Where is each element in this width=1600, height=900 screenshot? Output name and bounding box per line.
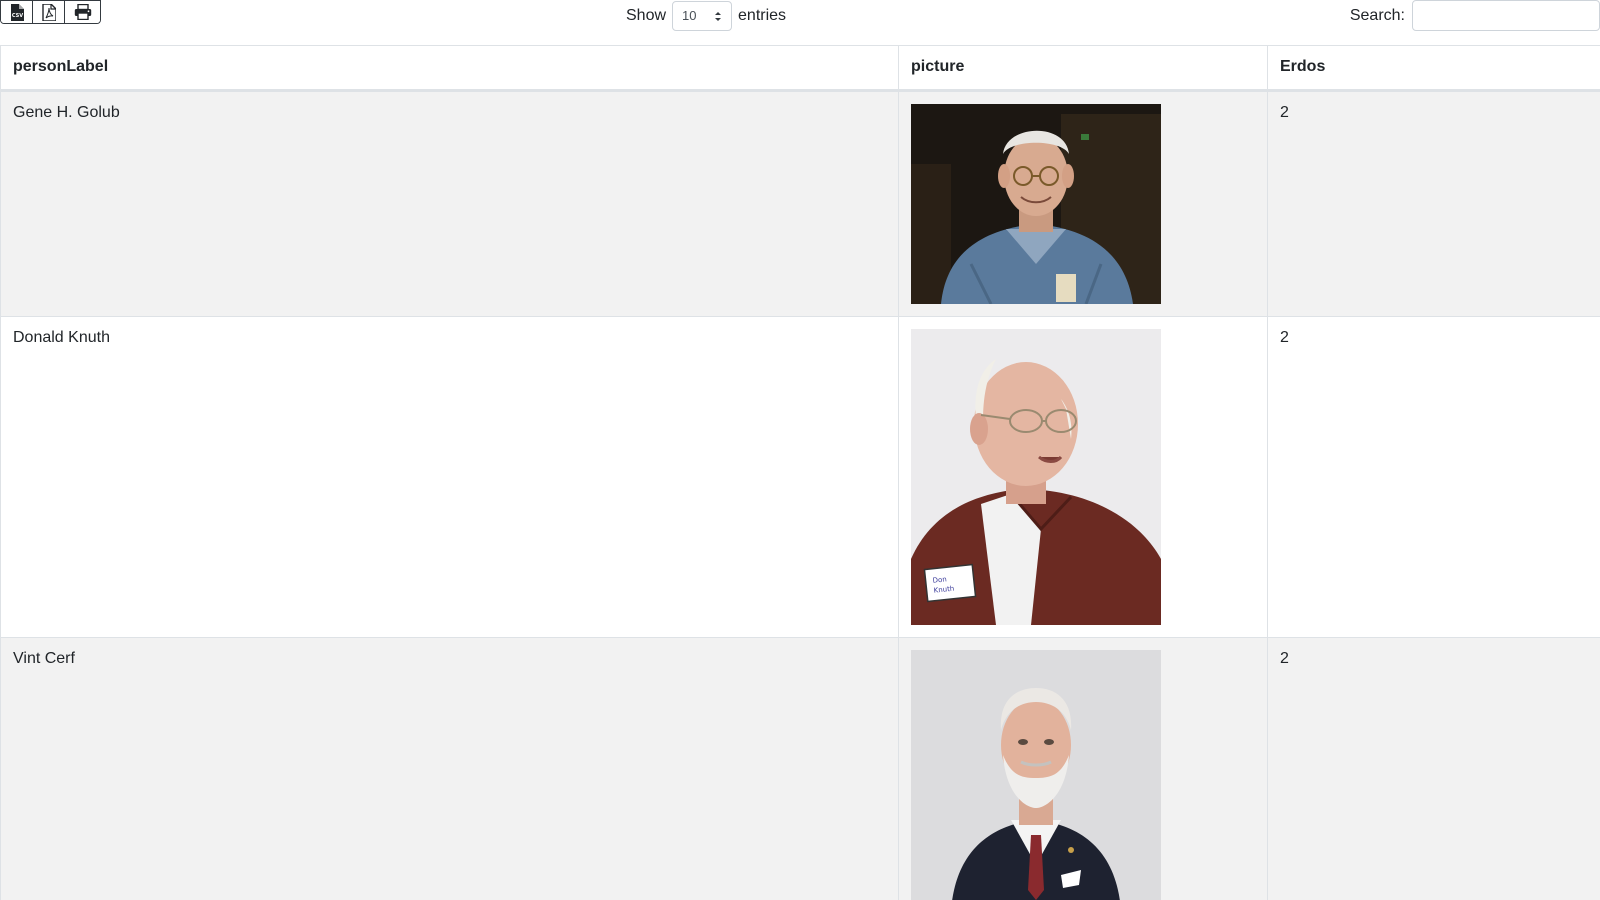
- cell-person-label: Donald Knuth: [0, 316, 899, 638]
- csv-export-button[interactable]: CSV: [1, 1, 33, 23]
- table-header-row: personLabel picture Erdos: [0, 45, 1600, 92]
- entries-label: entries: [738, 6, 787, 24]
- cell-picture: Don Knuth: [898, 316, 1268, 638]
- cell-person-label: Vint Cerf: [0, 637, 899, 900]
- csv-export-icon: CSV: [10, 3, 24, 21]
- select-arrows-icon: [714, 10, 722, 23]
- table-row: Donald Knuth Don Knuth 2: [0, 316, 1600, 638]
- search-label: Search:: [1349, 6, 1405, 24]
- pdf-export-button[interactable]: [33, 1, 65, 23]
- search-control: Search:: [1350, 0, 1600, 31]
- print-button[interactable]: [65, 1, 100, 23]
- page-length-select[interactable]: 10: [672, 0, 733, 31]
- cell-picture: [898, 90, 1268, 317]
- column-header-personlabel[interactable]: personLabel: [0, 45, 899, 92]
- svg-text:Don: Don: [932, 575, 947, 584]
- cell-picture: [898, 637, 1268, 900]
- cell-erdos: 2: [1267, 637, 1600, 900]
- print-icon: [74, 4, 92, 20]
- portrait-photo-donald-knuth[interactable]: Don Knuth: [911, 329, 1161, 625]
- column-header-picture[interactable]: picture: [898, 45, 1268, 92]
- search-input[interactable]: [1412, 0, 1600, 31]
- portrait-photo-vint-cerf[interactable]: [911, 650, 1161, 900]
- export-button-group: CSV: [0, 0, 101, 24]
- cell-erdos: 2: [1267, 316, 1600, 638]
- cell-person-label: Gene H. Golub: [0, 90, 899, 317]
- page-length-control: Show 10 entries: [626, 0, 786, 31]
- cell-erdos: 2: [1267, 90, 1600, 317]
- table-row: Gene H. Golub 2: [0, 90, 1600, 317]
- page-length-value: 10: [682, 8, 697, 23]
- svg-text:CSV: CSV: [11, 13, 22, 19]
- results-table: personLabel picture Erdos Gene H. Golub: [0, 45, 1600, 900]
- portrait-photo-gene-golub[interactable]: [911, 104, 1161, 304]
- column-header-erdos[interactable]: Erdos: [1267, 45, 1600, 92]
- table-row: Vint Cerf 2: [0, 637, 1600, 900]
- datatable-page: CSV Show 10 entries Search: personLabel …: [0, 0, 1600, 900]
- pdf-export-icon: [41, 3, 56, 21]
- show-label: Show: [626, 6, 667, 24]
